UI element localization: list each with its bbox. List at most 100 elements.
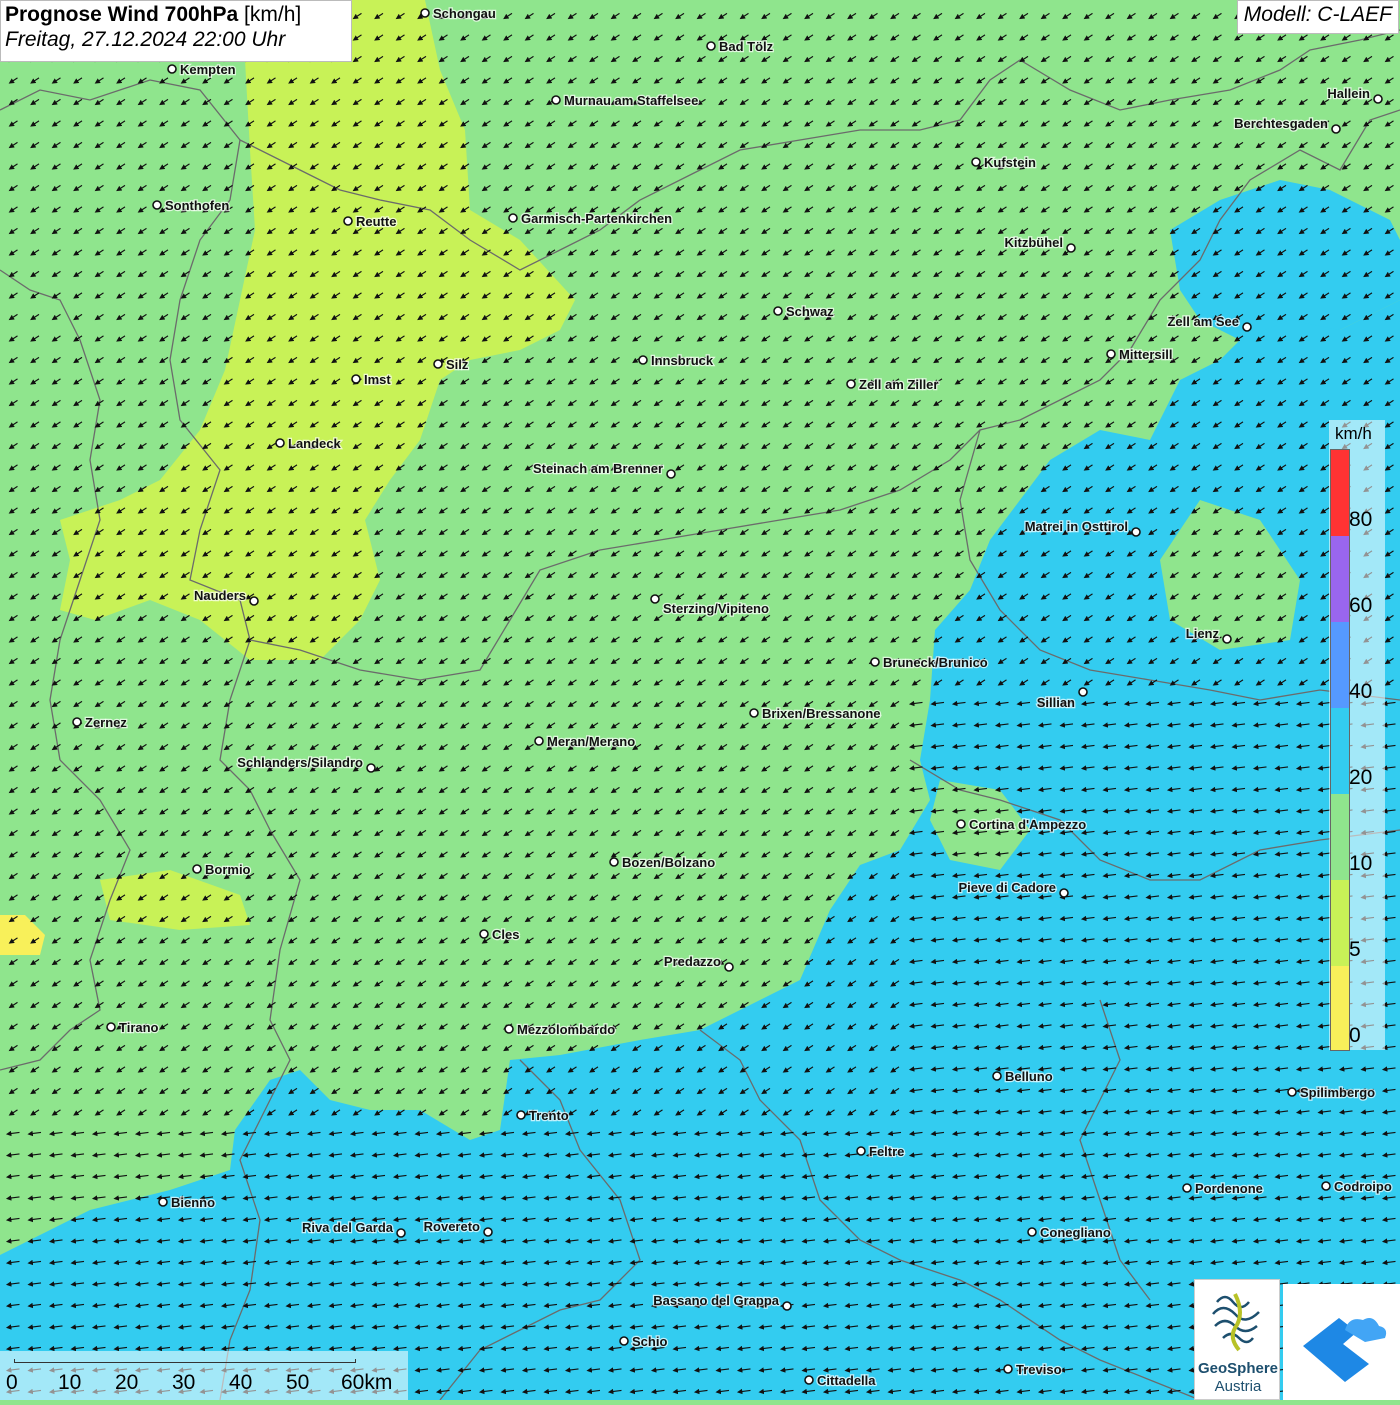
city-dot[interactable] [782, 1301, 792, 1311]
city-dot[interactable] [192, 864, 202, 874]
city-dot[interactable] [343, 216, 353, 226]
city-dot[interactable] [609, 857, 619, 867]
city-label: Steinach am Brenner [533, 461, 663, 476]
city-dot[interactable] [846, 379, 856, 389]
city-dot[interactable] [706, 41, 716, 51]
legend-unit: km/h [1335, 424, 1372, 443]
city-dot[interactable] [1131, 527, 1141, 537]
city-dot[interactable] [1373, 94, 1383, 104]
city-label: Bassano del Grappa [653, 1293, 779, 1308]
color-legend: km/h 80 60 40 20 10 5 0 [1329, 420, 1385, 1051]
city-dot[interactable] [534, 736, 544, 746]
city-label: Zell am See [1167, 314, 1239, 329]
city-label: Bienno [171, 1195, 215, 1210]
city-dot[interactable] [638, 355, 648, 365]
scale-tick: 40 [229, 1371, 253, 1394]
city-marker[interactable]: Sonthofen [152, 197, 231, 214]
city-dot[interactable] [992, 1071, 1002, 1081]
city-dot[interactable] [1321, 1181, 1331, 1191]
city-dot[interactable] [366, 763, 376, 773]
city-dot[interactable] [72, 717, 82, 727]
city-dot[interactable] [551, 95, 561, 105]
city-marker[interactable]: Innsbruck [638, 352, 715, 369]
city-dot[interactable] [249, 596, 259, 606]
city-dot[interactable] [420, 8, 430, 18]
city-marker[interactable]: Schlanders/Silandro [236, 754, 376, 773]
city-dot[interactable] [1222, 634, 1232, 644]
scale-bar: 0 10 20 30 40 50 60km [0, 1351, 408, 1400]
city-dot[interactable] [1066, 243, 1076, 253]
city-marker[interactable]: Meran/Merano [534, 733, 636, 750]
city-marker[interactable]: Zell am Ziller [846, 376, 940, 393]
city-marker[interactable]: Berchtesgaden [1233, 115, 1341, 134]
city-label: Sterzing/Vipiteno [663, 601, 769, 616]
city-dot[interactable] [351, 374, 361, 384]
city-dot[interactable] [650, 594, 660, 604]
geosphere-logo[interactable]: GeoSphere Austria [1194, 1279, 1280, 1400]
city-dot[interactable] [396, 1228, 406, 1238]
scale-tick: 20 [115, 1371, 139, 1394]
city-label: Pordenone [1195, 1181, 1263, 1196]
city-marker[interactable]: Garmisch-Partenkirchen [508, 210, 673, 227]
city-marker[interactable]: Brixen/Bressanone [749, 705, 882, 722]
city-dot[interactable] [152, 200, 162, 210]
city-marker[interactable]: Murnau am Staffelsee [551, 92, 700, 109]
city-label: Sonthofen [165, 198, 229, 213]
city-dot[interactable] [158, 1197, 168, 1207]
city-dot[interactable] [1027, 1227, 1037, 1237]
city-marker[interactable]: Cortina d'Ampezzo [956, 816, 1088, 833]
city-marker[interactable]: Pordenone [1182, 1180, 1264, 1197]
city-label: Berchtesgaden [1234, 116, 1328, 131]
city-dot[interactable] [516, 1110, 526, 1120]
scale-tick: 30 [172, 1371, 196, 1394]
city-label: Murnau am Staffelsee [564, 93, 698, 108]
city-dot[interactable] [433, 359, 443, 369]
city-dot[interactable] [483, 1227, 493, 1237]
city-dot[interactable] [619, 1336, 629, 1346]
city-marker[interactable]: Schongau [420, 5, 497, 22]
city-dot[interactable] [1059, 888, 1069, 898]
legend-seg-20 [1331, 708, 1349, 794]
city-dot[interactable] [804, 1375, 814, 1385]
city-dot[interactable] [666, 469, 676, 479]
city-dot[interactable] [167, 64, 177, 74]
city-marker[interactable]: Steinach am Brenner [532, 460, 676, 479]
scale-line [14, 1359, 356, 1363]
city-marker[interactable]: Bozen/Bolzano [609, 854, 716, 871]
city-label: Sillian [1037, 695, 1075, 710]
city-marker[interactable]: Pieve di Cadore [957, 879, 1069, 898]
city-marker[interactable]: Bruneck/Brunico [870, 654, 989, 671]
geosphere-icon [1212, 1293, 1260, 1352]
city-dot[interactable] [504, 1024, 514, 1034]
legend-tick: 40 [1349, 680, 1373, 703]
city-dot[interactable] [749, 708, 759, 718]
city-dot[interactable] [1242, 322, 1252, 332]
city-dot[interactable] [508, 213, 518, 223]
city-dot[interactable] [1078, 687, 1088, 697]
city-dot[interactable] [275, 438, 285, 448]
city-dot[interactable] [1287, 1087, 1297, 1097]
city-dot[interactable] [956, 819, 966, 829]
city-dot[interactable] [1106, 349, 1116, 359]
city-marker[interactable]: Riva del Garda [301, 1219, 406, 1238]
city-dot[interactable] [1003, 1364, 1013, 1374]
city-dot[interactable] [1182, 1183, 1192, 1193]
scale-tick: 60km [341, 1371, 393, 1394]
city-dot[interactable] [856, 1146, 866, 1156]
city-marker[interactable]: Conegliano [1027, 1224, 1112, 1241]
city-dot[interactable] [870, 657, 880, 667]
app-logo[interactable] [1283, 1284, 1400, 1400]
city-dot[interactable] [1331, 124, 1341, 134]
city-label: Lienz [1186, 626, 1220, 641]
city-dot[interactable] [724, 962, 734, 972]
city-marker[interactable]: Mezzolombardo [504, 1021, 617, 1038]
city-dot[interactable] [106, 1022, 116, 1032]
city-marker[interactable]: Spilimbergo [1287, 1084, 1376, 1101]
city-marker[interactable]: Bassano del Grappa [652, 1292, 792, 1311]
city-dot[interactable] [773, 306, 783, 316]
city-dot[interactable] [971, 157, 981, 167]
title-unit: [km/h] [244, 3, 302, 26]
city-marker[interactable]: Zell am See [1166, 313, 1252, 332]
city-marker[interactable]: Matrei in Osttirol [1023, 518, 1141, 537]
city-dot[interactable] [479, 929, 489, 939]
